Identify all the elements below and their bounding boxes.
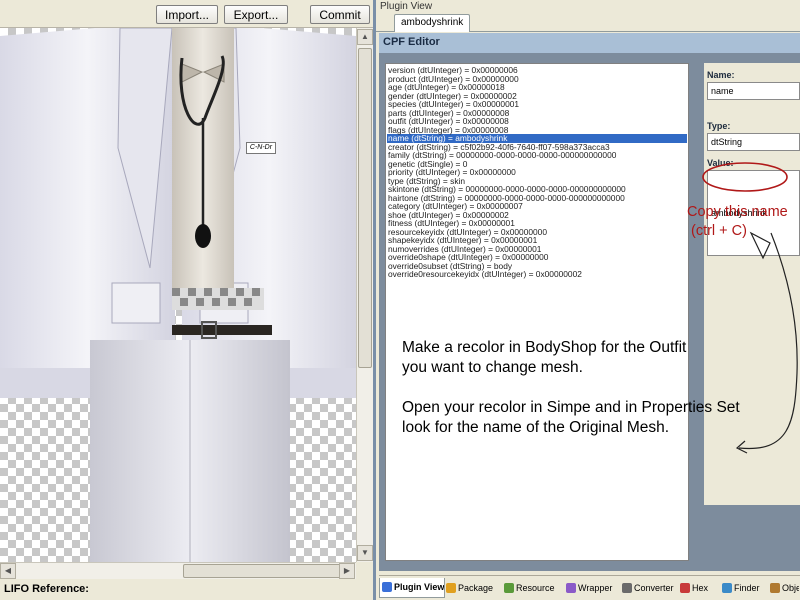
type-select[interactable] xyxy=(707,133,800,151)
scroll-down-icon[interactable]: ▼ xyxy=(357,545,373,561)
tab-label: Finder xyxy=(734,583,760,593)
lifo-reference-label: LIFO Reference: xyxy=(4,583,89,595)
tab-label: Package xyxy=(458,583,494,593)
tab-resource[interactable]: Resource xyxy=(501,578,558,598)
tab-object-workshop[interactable]: Object Workshop xyxy=(767,578,800,598)
property-row[interactable]: override0resourcekeyidx (dtUInteger) = 0… xyxy=(387,270,687,279)
tab-wrapper[interactable]: Wrapper xyxy=(563,578,615,598)
workshop-icon xyxy=(770,583,780,593)
export-button[interactable]: Export... xyxy=(224,5,288,24)
tab-label: Hex xyxy=(692,583,709,593)
scroll-right-icon[interactable]: ▶ xyxy=(339,563,355,579)
name-badge: C-N-Dr xyxy=(246,142,276,154)
document-tab-strip: ambodyshrink xyxy=(376,12,800,32)
hex-icon xyxy=(680,583,690,593)
cpf-editor-body: version (dtUInteger) = 0x00000006 product… xyxy=(379,53,800,571)
plugin-view-title: Plugin View xyxy=(380,1,433,12)
plugin-view-pane: Plugin View ambodyshrink CPF Editor vers… xyxy=(373,0,800,600)
type-label: Type: xyxy=(707,121,731,131)
tab-hex[interactable]: Hex xyxy=(677,578,711,598)
annotation-line-2: (ctrl + C) xyxy=(691,223,747,239)
resource-icon xyxy=(504,583,514,593)
bottom-tab-strip: Plugin View Package Resource Wrapper Convert… xyxy=(379,575,800,600)
tab-label: Resource xyxy=(516,583,555,593)
instruction-line: look for the name of the Original Mesh. xyxy=(402,419,670,436)
app-window: Import... Export... Commit C-N-Dr ▲ ▼ ◀ … xyxy=(0,0,800,600)
wrapper-icon xyxy=(566,583,576,593)
import-button[interactable]: Import... xyxy=(156,5,218,24)
tab-finder[interactable]: Finder xyxy=(719,578,763,598)
horizontal-scroll-thumb[interactable] xyxy=(183,564,345,578)
cpf-editor-title: CPF Editor xyxy=(379,33,800,53)
commit-button[interactable]: Commit xyxy=(310,5,370,24)
horizontal-scrollbar[interactable]: ◀ ▶ xyxy=(0,562,356,579)
tab-ambodyshrink[interactable]: ambodyshrink xyxy=(394,14,471,32)
copy-name-annotation: Copy this name (ctrl + C) xyxy=(687,203,788,241)
tab-converter[interactable]: Converter xyxy=(619,578,677,598)
properties-list[interactable]: version (dtUInteger) = 0x00000006 product… xyxy=(385,63,689,561)
package-icon xyxy=(446,583,456,593)
annotation-line-1: Copy this name xyxy=(687,204,788,220)
tab-label: Object Workshop xyxy=(782,583,799,593)
tab-plugin-view[interactable]: Plugin View xyxy=(379,578,445,598)
outfit-texture-preview: C-N-Dr xyxy=(0,28,356,562)
tab-package[interactable]: Package xyxy=(443,578,496,598)
plugin-icon xyxy=(382,582,392,592)
property-fields-panel: Name: Type: Value: xyxy=(704,63,800,505)
name-label: Name: xyxy=(707,70,735,80)
instruction-line: Open your recolor in Simpe and in Proper… xyxy=(402,399,740,416)
texture-pane: Import... Export... Commit C-N-Dr ▲ ▼ ◀ … xyxy=(0,0,373,600)
scroll-left-icon[interactable]: ◀ xyxy=(0,563,16,579)
tab-label: Plugin View xyxy=(394,582,445,592)
finder-icon xyxy=(722,583,732,593)
tab-label: Converter xyxy=(634,583,674,593)
vertical-scroll-thumb[interactable] xyxy=(358,48,372,368)
vertical-scrollbar[interactable]: ▲ ▼ xyxy=(356,28,373,562)
outfit-texture-image xyxy=(0,28,356,562)
texture-toolbar: Import... Export... Commit xyxy=(0,0,373,28)
instructions-text: Make a recolor in BodyShop for the Outfi… xyxy=(402,338,800,438)
instruction-line: you want to change mesh. xyxy=(402,359,583,376)
scroll-up-icon[interactable]: ▲ xyxy=(357,29,373,45)
instruction-line: Make a recolor in BodyShop for the Outfi… xyxy=(402,339,687,356)
value-label: Value: xyxy=(707,158,734,168)
converter-icon xyxy=(622,583,632,593)
name-input[interactable] xyxy=(707,82,800,100)
waist-pattern xyxy=(172,288,264,310)
tab-label: Wrapper xyxy=(578,583,613,593)
